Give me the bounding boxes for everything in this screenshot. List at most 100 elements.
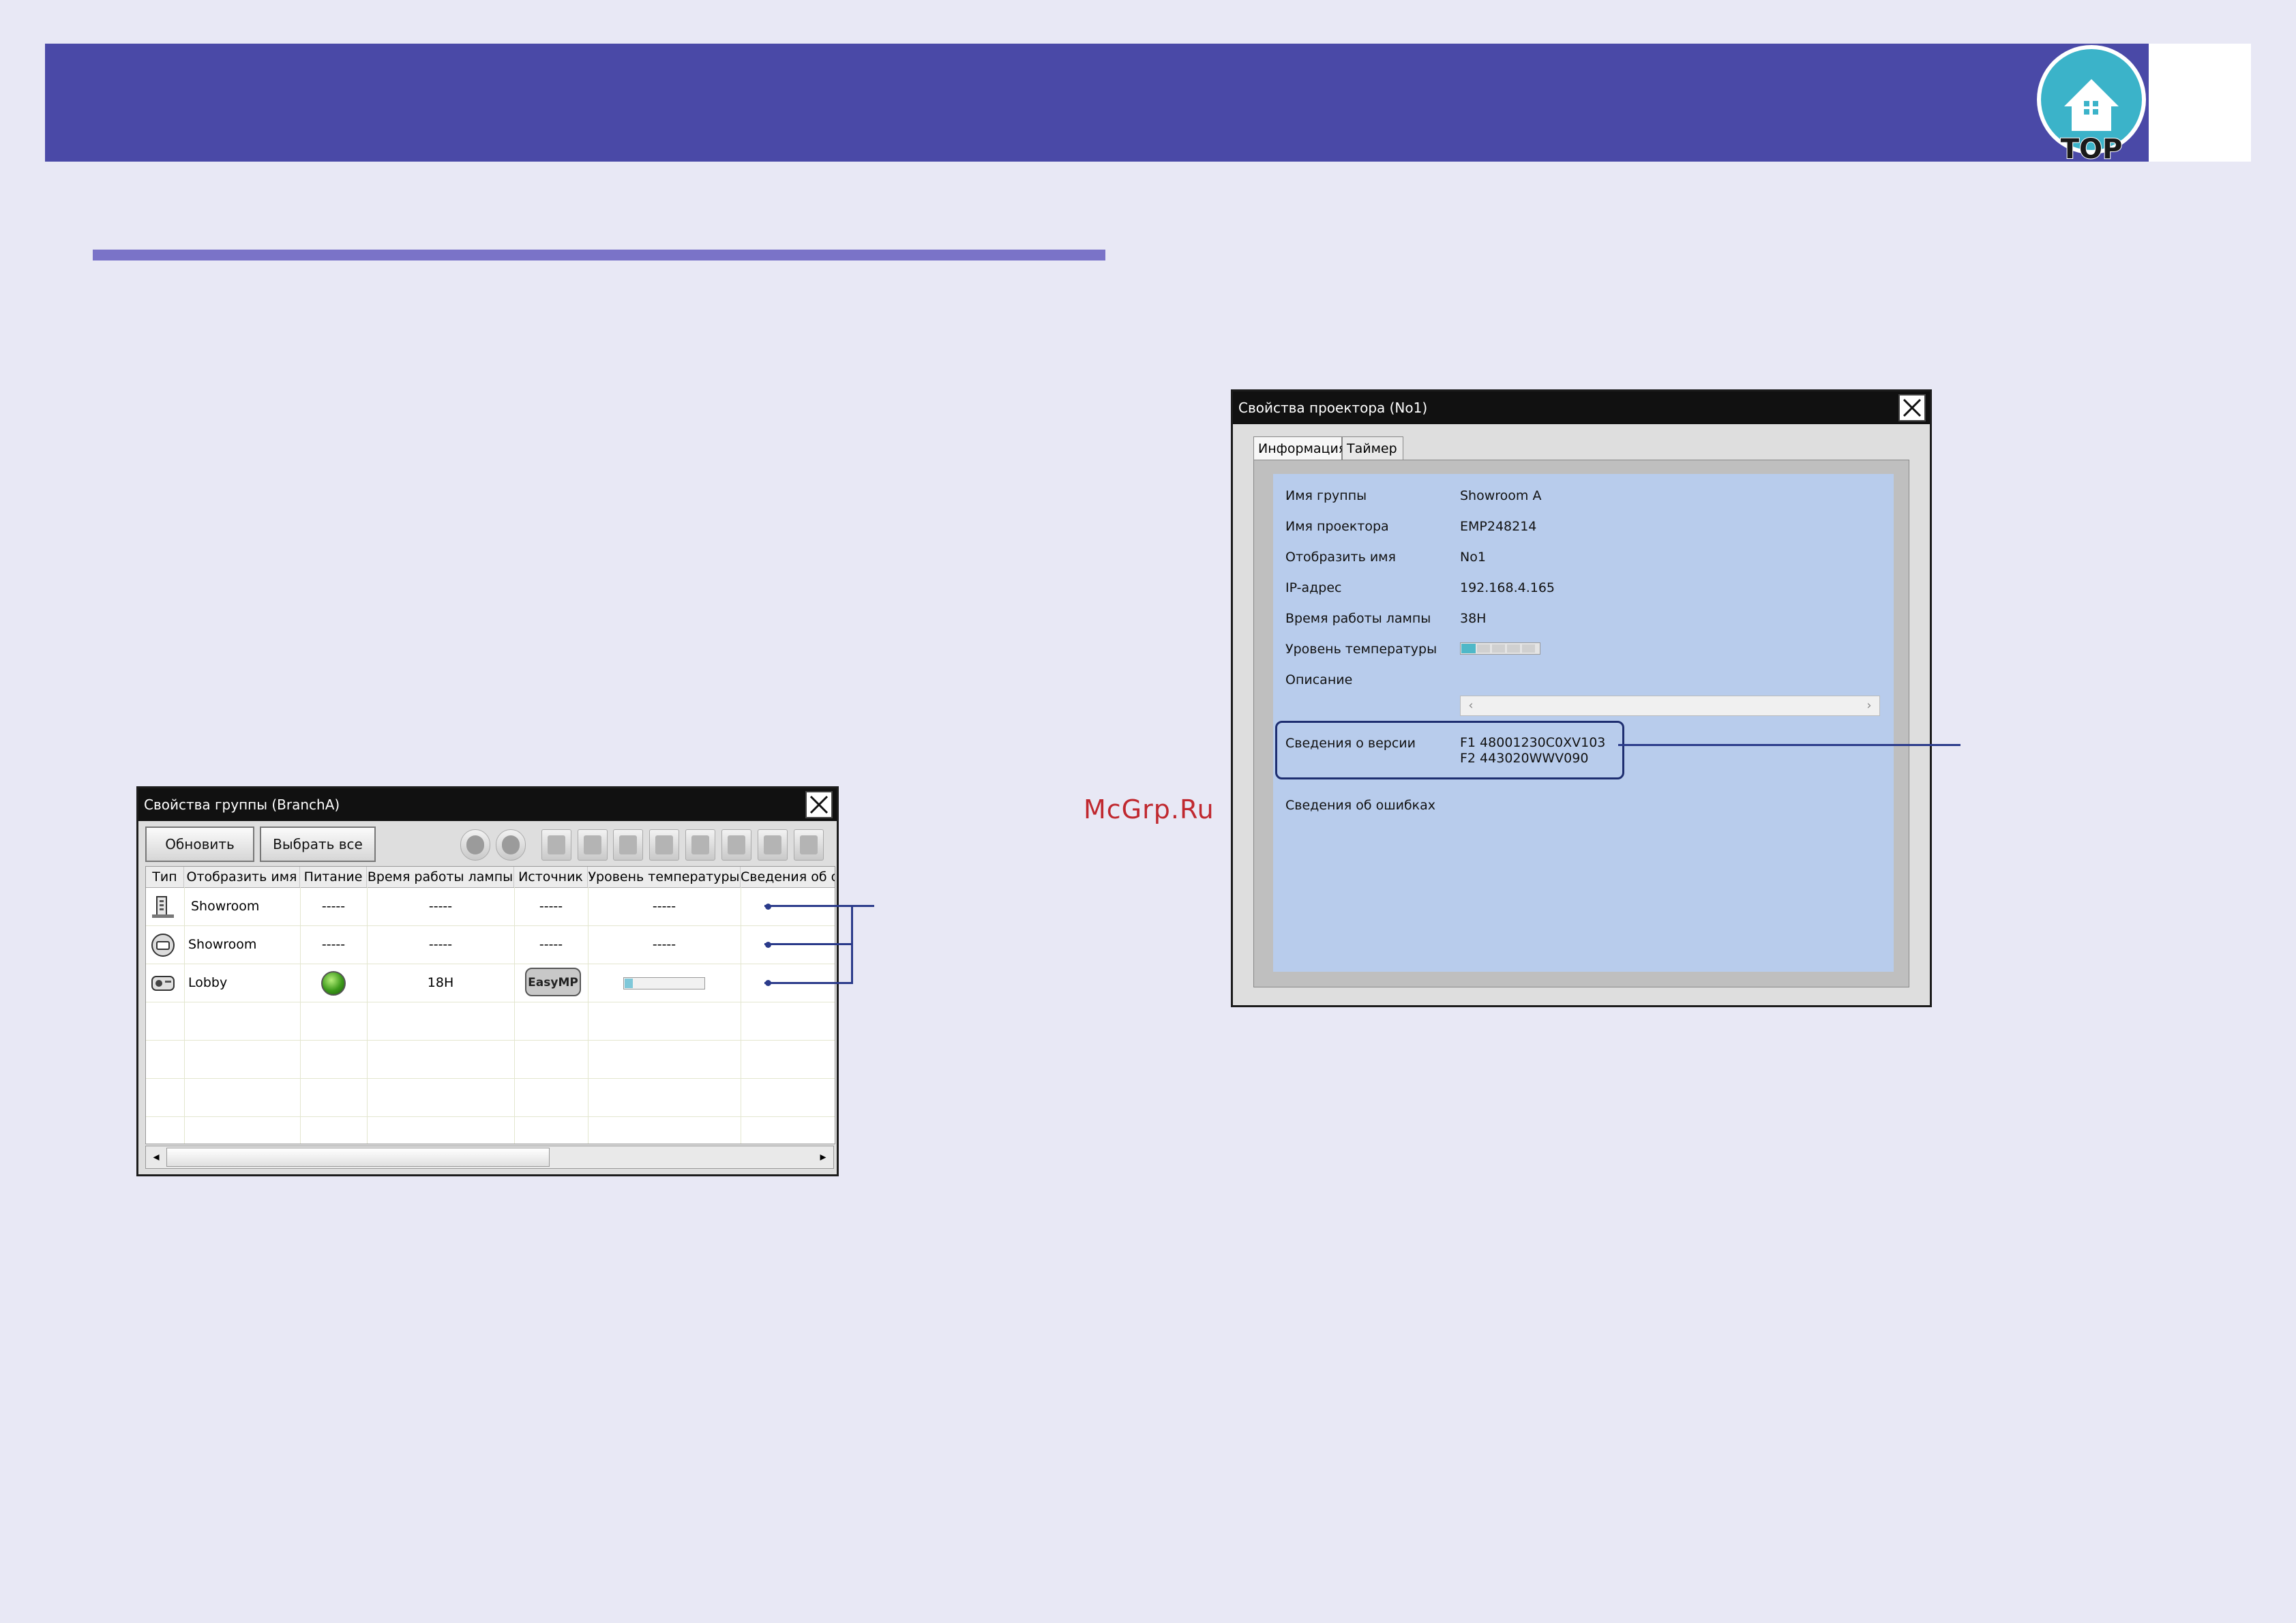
lamp-hours-cell: ----- — [428, 937, 453, 952]
scroll-left-icon[interactable]: ◂ — [147, 1148, 166, 1167]
group-name-value: Showroom A — [1460, 488, 1542, 503]
projector-window-title: Свойства проектора (No1) — [1233, 391, 1930, 424]
temperature-bar — [1460, 642, 1540, 655]
grid-line — [146, 1078, 835, 1079]
projector-window-close-button[interactable] — [1898, 394, 1926, 421]
error-info-label: Сведения об ошибках — [1285, 798, 1436, 813]
callout-line — [764, 982, 853, 984]
av-mute-icon[interactable] — [649, 829, 679, 861]
ip-address-label: IP-адрес — [1285, 580, 1342, 595]
freeze-icon[interactable] — [685, 829, 715, 861]
table-header: Тип Отобразить имя Питание Время работы … — [146, 867, 835, 888]
header-banner — [45, 44, 2149, 162]
group-window-close-button[interactable] — [805, 791, 833, 818]
column-header-lamp-hours[interactable]: Время работы лампы — [367, 867, 514, 887]
group-name-label: Имя группы — [1285, 488, 1367, 503]
scroll-left-icon[interactable]: ‹ — [1462, 697, 1480, 715]
source-search-icon[interactable] — [721, 829, 751, 861]
group-toolbar: Обновить Выбрать все — [143, 825, 833, 865]
temperature-bar-segment — [1522, 644, 1535, 653]
table-row[interactable]: Showroom ----- ----- ----- ----- — [146, 887, 835, 925]
ip-address-value: 192.168.4.165 — [1460, 580, 1555, 595]
callout-line — [851, 905, 853, 984]
grid-line — [146, 1116, 835, 1117]
table-row[interactable]: Lobby 18H EasyMP — [146, 964, 835, 1002]
projector-name-value: EMP248214 — [1460, 519, 1537, 534]
projector-icon — [151, 976, 175, 991]
callout-line — [764, 943, 853, 945]
volume-icon[interactable] — [758, 829, 788, 861]
grid-line — [146, 1040, 835, 1041]
building-group-icon — [152, 896, 174, 918]
callout-line — [764, 905, 853, 907]
close-icon — [1903, 398, 1922, 417]
mp-icon[interactable] — [794, 829, 824, 861]
temperature-cell — [588, 964, 741, 1002]
source-video-icon[interactable] — [578, 829, 608, 861]
lamp-hours-cell: 18H — [427, 975, 454, 990]
version-info-label: Сведения о версии — [1285, 736, 1416, 751]
source-cell: ----- — [539, 937, 563, 952]
temperature-cell: ----- — [652, 937, 676, 952]
select-all-button[interactable]: Выбрать все — [260, 827, 376, 862]
source-cell: EasyMP — [514, 964, 588, 1002]
group-window-title: Свойства группы (BranchA) — [138, 788, 837, 821]
table-row[interactable]: Showroom ----- ----- ----- ----- — [146, 925, 835, 964]
display-name-cell: Showroom — [188, 937, 257, 952]
close-icon — [809, 795, 829, 814]
lamp-hours-cell: ----- — [428, 899, 453, 914]
temperature-cell: ----- — [652, 899, 676, 914]
power-cell — [300, 964, 367, 1002]
top-home-button[interactable]: TOP — [2036, 44, 2147, 165]
temperature-bar-fill — [1461, 644, 1476, 653]
top-logo-label: TOP — [2061, 134, 2123, 165]
refresh-button[interactable]: Обновить — [145, 827, 254, 862]
version-line-1: F1 48001230C0XV103 — [1460, 735, 1606, 750]
power-on-led-icon — [321, 970, 346, 996]
power-on-icon[interactable] — [460, 829, 490, 861]
scroll-right-icon[interactable]: › — [1860, 697, 1878, 715]
section-rule — [93, 250, 1105, 260]
description-scrollbar[interactable]: ‹ › — [1460, 696, 1880, 716]
version-line-2: F2 443020WWV090 — [1460, 751, 1589, 766]
power-cell: ----- — [321, 899, 346, 914]
display-name-cell: Showroom — [191, 899, 260, 914]
horizontal-scrollbar[interactable]: ◂ ▸ — [145, 1146, 834, 1169]
display-name-cell: Lobby — [188, 975, 228, 990]
temperature-label: Уровень температуры — [1285, 642, 1437, 657]
lamp-hours-value: 38H — [1460, 611, 1487, 626]
temperature-bar-segment — [1492, 644, 1505, 653]
scroll-right-icon[interactable]: ▸ — [814, 1148, 833, 1167]
temperature-bar-segment — [1477, 644, 1490, 653]
temperature-bar-fill — [625, 979, 633, 988]
source-cell: ----- — [539, 899, 563, 914]
information-content: Имя группы Showroom A Имя проектора EMP2… — [1273, 474, 1894, 972]
temperature-bar — [623, 977, 705, 989]
source-easymp-icon[interactable] — [613, 829, 643, 861]
projector-properties-window: Свойства проектора (No1) Информация Тайм… — [1231, 389, 1932, 1007]
information-panel: Имя группы Showroom A Имя проектора EMP2… — [1253, 460, 1909, 987]
column-header-temperature[interactable]: Уровень температуры — [588, 867, 741, 887]
description-label: Описание — [1285, 672, 1353, 687]
header-page-area — [2149, 44, 2251, 162]
power-cell: ----- — [321, 937, 346, 952]
projector-name-label: Имя проектора — [1285, 519, 1389, 534]
group-icon — [151, 934, 175, 957]
column-header-error-info[interactable]: Сведения об о — [741, 867, 835, 887]
tab-timer[interactable]: Таймер — [1342, 436, 1403, 460]
temperature-bar-segment — [1507, 644, 1520, 653]
column-header-source[interactable]: Источник — [514, 867, 588, 887]
projector-list-table: Тип Отобразить имя Питание Время работы … — [145, 866, 835, 1144]
lamp-hours-label: Время работы лампы — [1285, 611, 1431, 626]
power-off-icon[interactable] — [496, 829, 526, 861]
column-header-type[interactable]: Тип — [146, 867, 184, 887]
column-header-power[interactable]: Питание — [300, 867, 367, 887]
source-computer-icon[interactable] — [541, 829, 571, 861]
display-name-value: No1 — [1460, 550, 1486, 565]
scrollbar-thumb[interactable] — [166, 1148, 550, 1167]
watermark: McGrp.Ru — [1084, 794, 1214, 824]
display-name-label: Отобразить имя — [1285, 550, 1396, 565]
group-properties-window: Свойства группы (BranchA) Обновить Выбра… — [136, 786, 839, 1176]
tab-information[interactable]: Информация — [1253, 436, 1346, 460]
column-header-display-name[interactable]: Отобразить имя — [184, 867, 300, 887]
